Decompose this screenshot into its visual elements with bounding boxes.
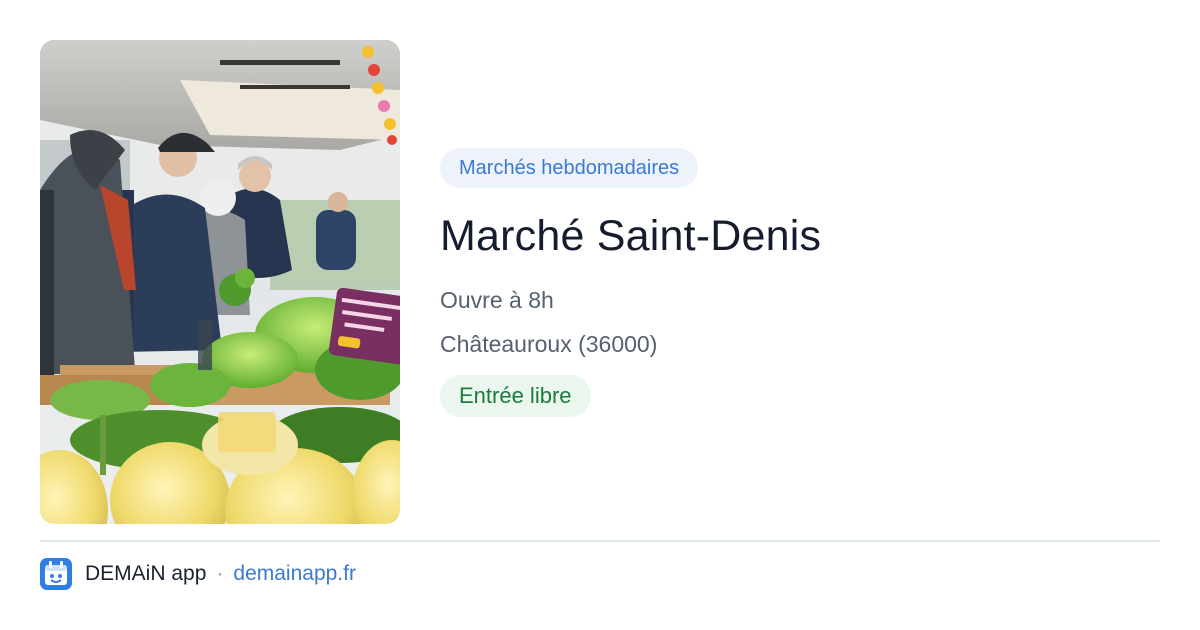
event-card[interactable]: Marchés hebdomadaires Marché Saint-Denis… [0, 0, 1200, 630]
event-title: Marché Saint-Denis [440, 212, 822, 260]
footer: DEMAiN app · demainapp.fr [40, 558, 356, 590]
event-info: Marchés hebdomadaires Marché Saint-Denis… [440, 148, 1160, 417]
footer-divider [40, 540, 1160, 542]
app-name: DEMAiN app [85, 562, 207, 585]
footer-separator: · [216, 562, 224, 585]
market-photo [40, 40, 400, 524]
opening-hours: Ouvre à 8h [440, 287, 554, 313]
category-chip[interactable]: Marchés hebdomadaires [440, 148, 699, 188]
entry-chip: Entrée libre [440, 375, 591, 417]
location: Châteauroux (36000) [440, 331, 658, 357]
demain-app-icon [40, 558, 72, 590]
app-url-link[interactable]: demainapp.fr [233, 562, 356, 586]
